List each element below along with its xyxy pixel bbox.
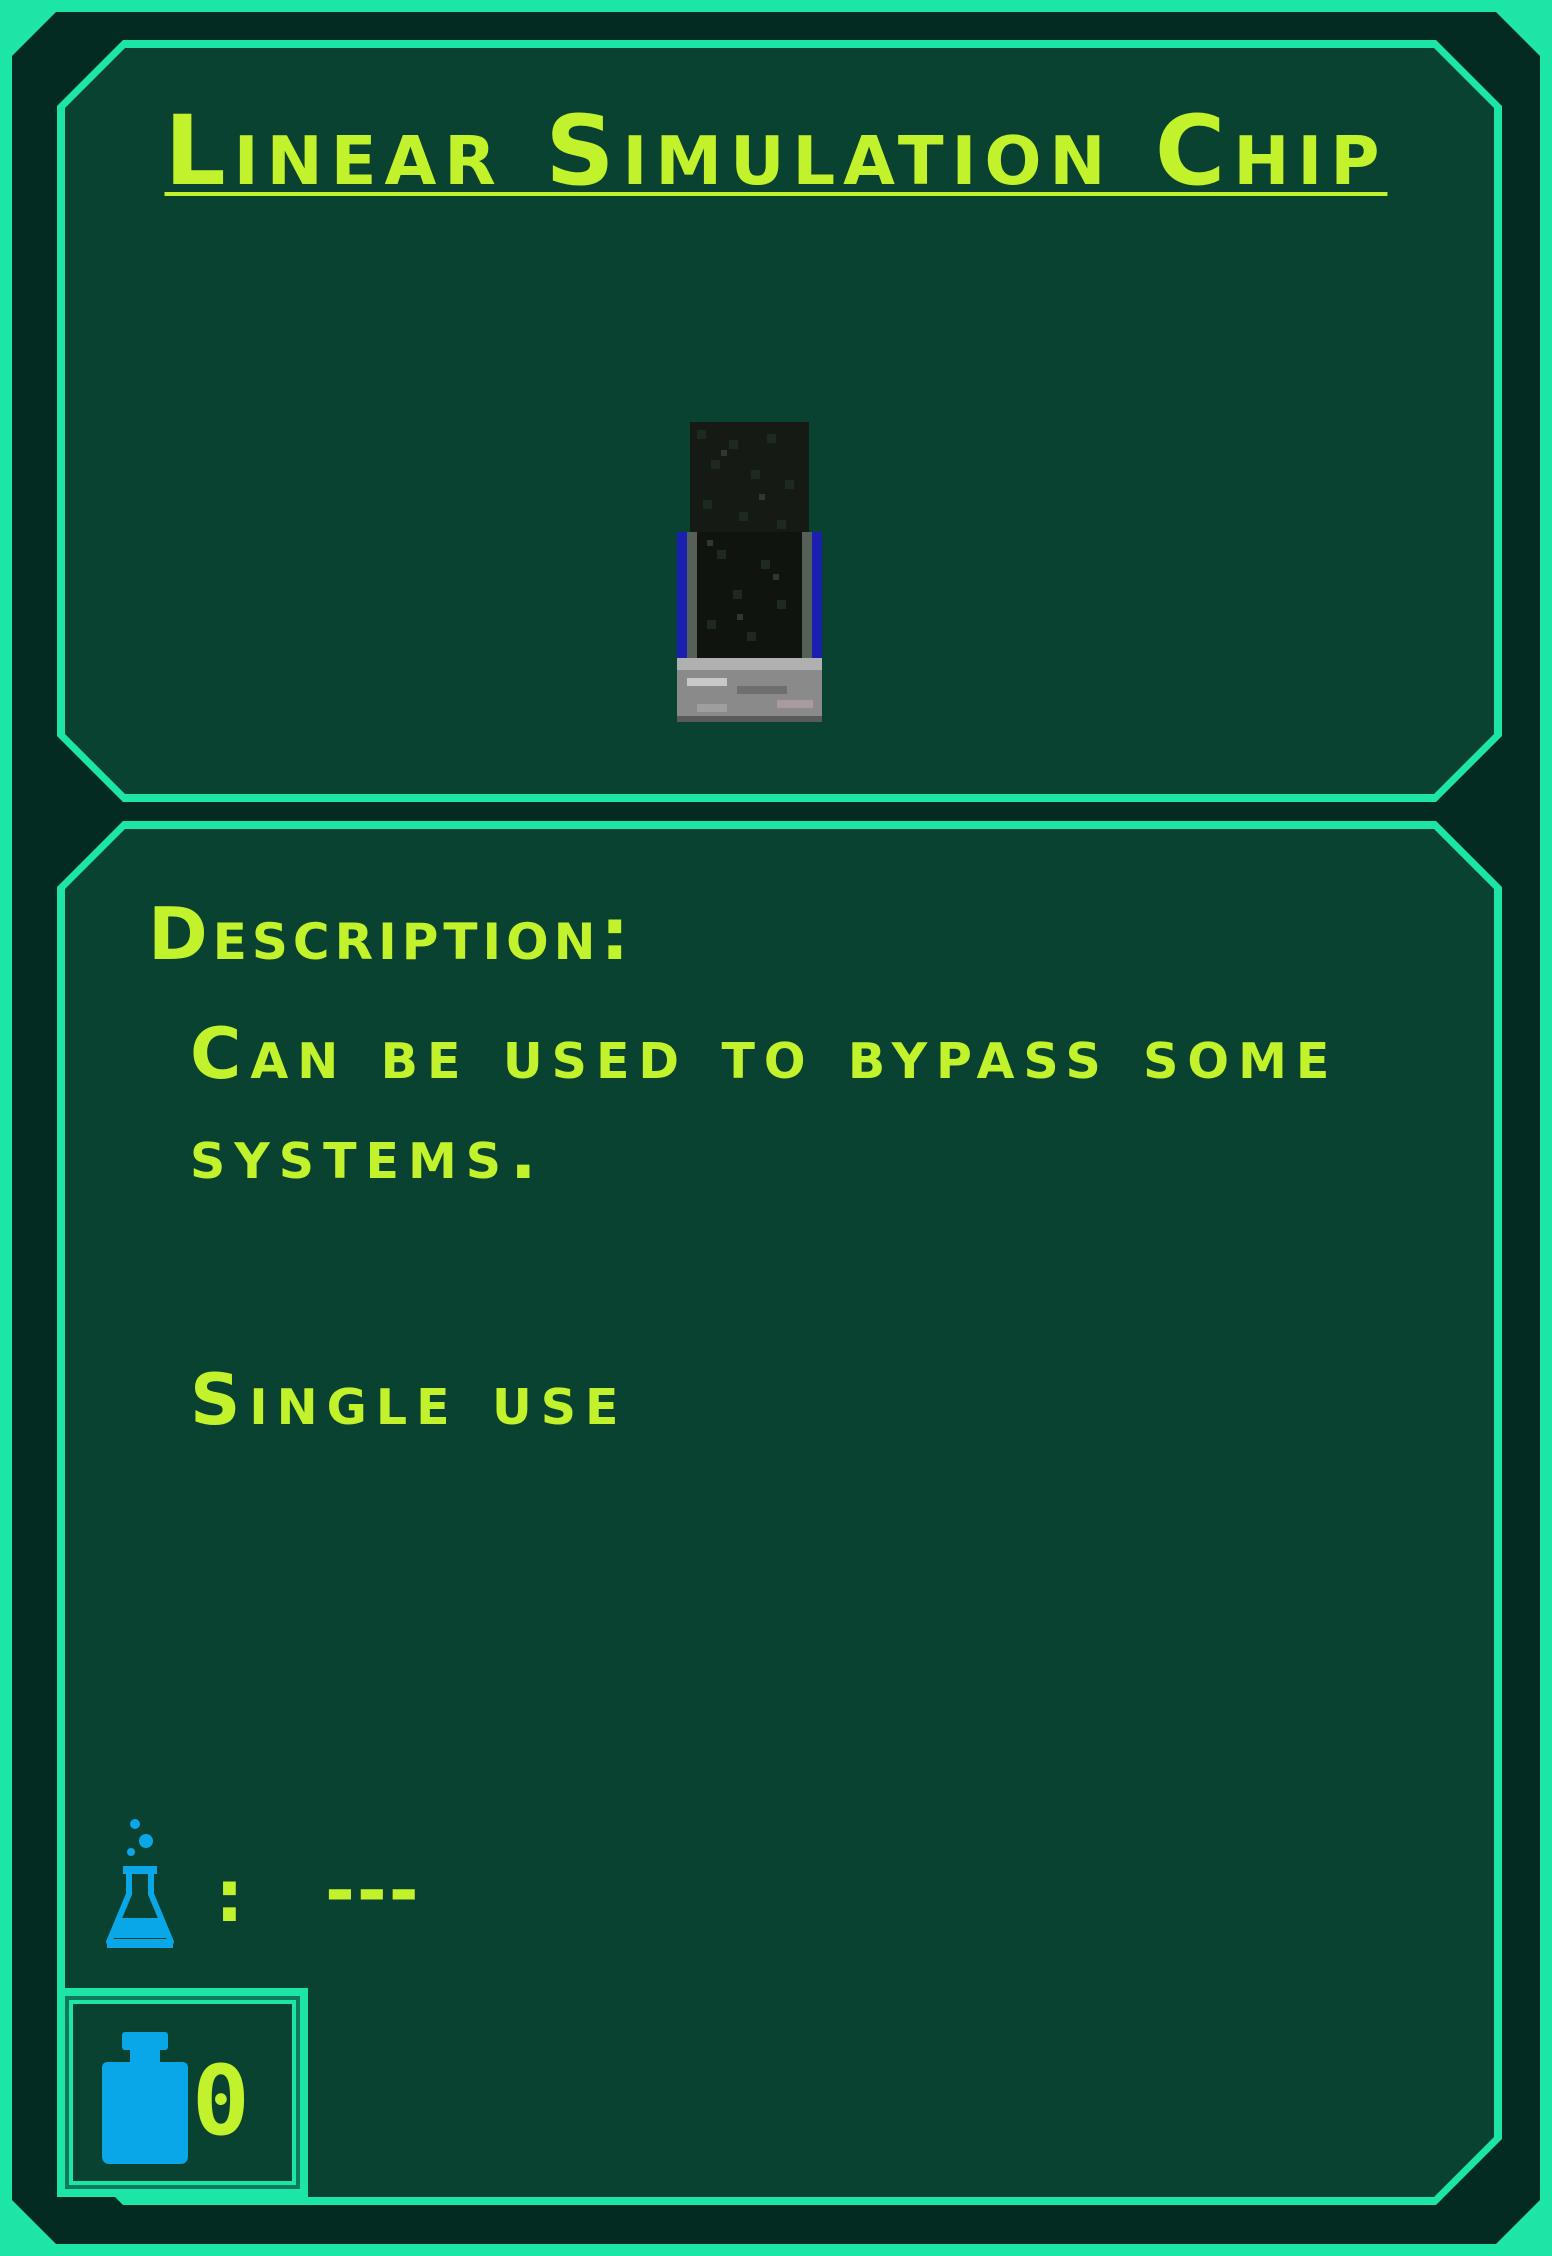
research-separator: : bbox=[215, 1854, 244, 1938]
item-info-card: Linear Simulation Chip Description: Can … bbox=[0, 0, 1552, 2256]
description-heading: Description: bbox=[148, 892, 635, 976]
simulation-chip-icon bbox=[677, 422, 822, 722]
flask-icon bbox=[106, 1819, 174, 1948]
usage-note: Single use bbox=[190, 1359, 628, 1441]
description-text: Can be used to bypass some systems. bbox=[190, 1013, 1339, 1195]
research-value: --- bbox=[325, 1848, 421, 1932]
item-title: Linear Simulation Chip bbox=[164, 95, 1388, 207]
weight-value: 0 bbox=[192, 2045, 250, 2157]
weight-icon bbox=[102, 2032, 188, 2164]
research-stat: : --- bbox=[105, 1816, 605, 1956]
